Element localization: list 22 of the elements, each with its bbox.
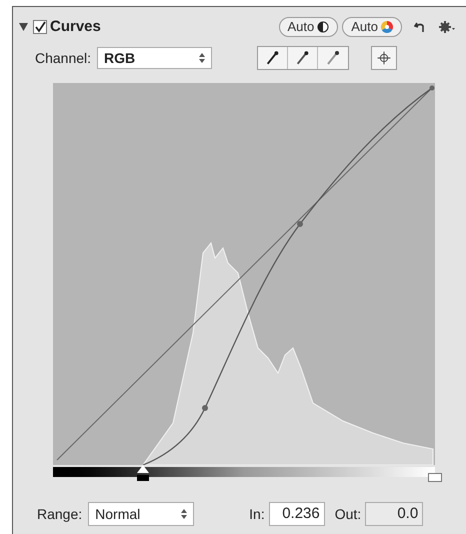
stepper-arrows-icon	[199, 53, 206, 63]
disclosure-triangle-icon[interactable]	[19, 23, 28, 31]
channel-label: Channel:	[35, 48, 92, 68]
out-field: 0.0	[365, 502, 424, 526]
gear-icon[interactable]	[438, 20, 456, 34]
auto-contrast-button[interactable]: Auto	[278, 17, 338, 37]
highlight-point-handle[interactable]	[428, 473, 442, 482]
stepper-arrows-icon	[181, 509, 188, 519]
in-field[interactable]: 0.236	[268, 502, 325, 526]
contrast-icon	[317, 21, 330, 33]
range-label: Range:	[37, 504, 82, 524]
crosshair-icon[interactable]	[371, 46, 398, 70]
shadow-point-handle[interactable]	[137, 465, 150, 483]
range-dropdown[interactable]: Normal	[88, 502, 194, 526]
in-label: In:	[249, 504, 265, 524]
undo-icon[interactable]	[414, 21, 426, 33]
out-label: Out:	[334, 504, 362, 524]
auto-color-button[interactable]: Auto	[342, 17, 402, 37]
panel-title: Curves	[50, 16, 101, 37]
channel-dropdown[interactable]: RGB	[97, 47, 212, 69]
color-wheel-icon	[381, 21, 393, 33]
checkbox[interactable]	[33, 20, 47, 34]
